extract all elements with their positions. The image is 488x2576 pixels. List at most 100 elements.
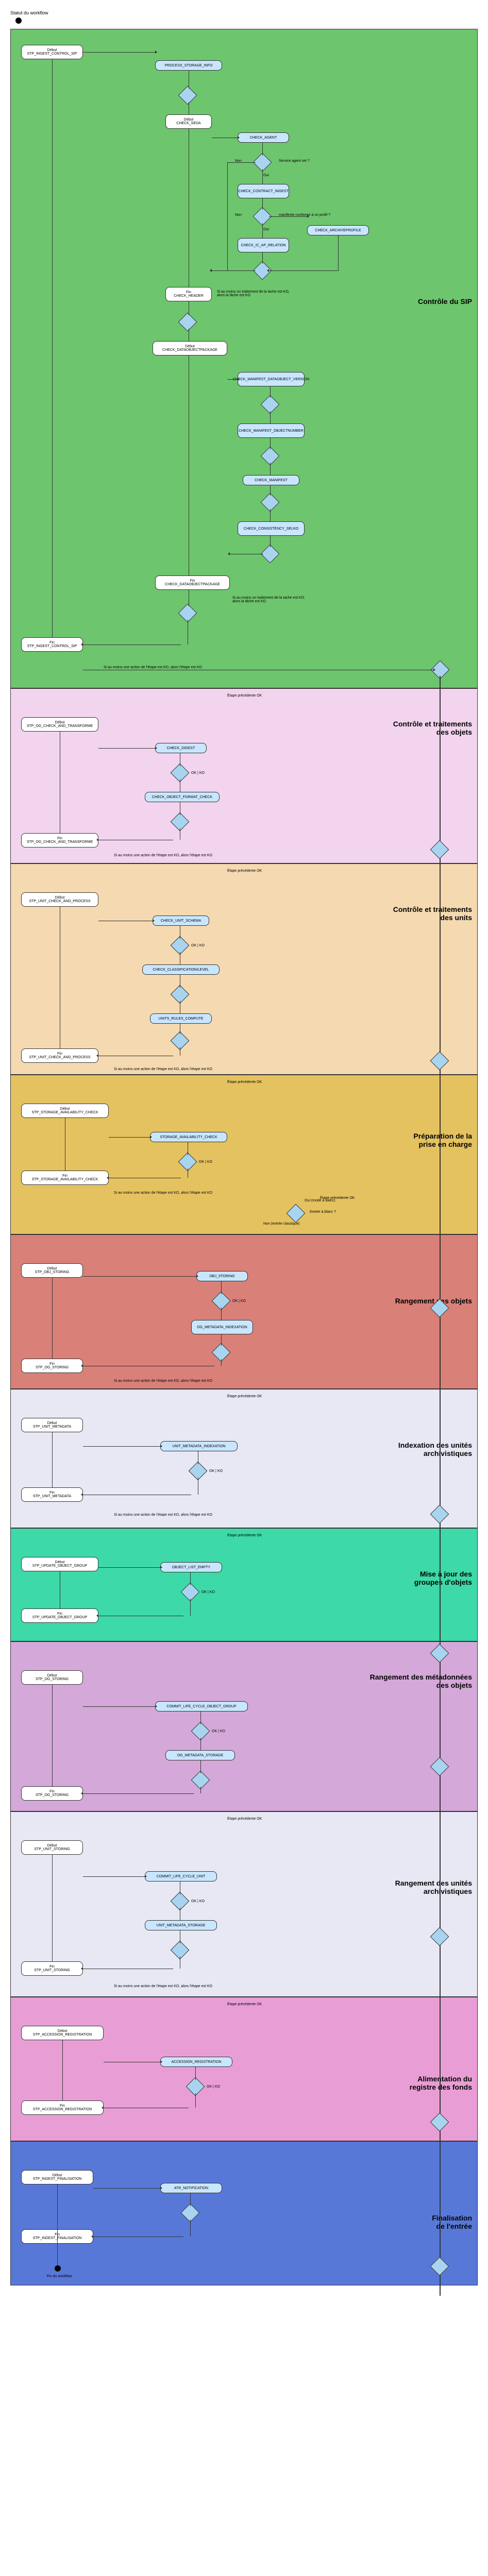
line <box>62 2040 63 2100</box>
line <box>200 1738 201 1750</box>
line <box>221 1359 222 1366</box>
check-manifest-dov-node: CHECK_MANIFEST_DATAOBJECT_VERSION <box>238 372 305 386</box>
line <box>262 223 263 238</box>
line <box>195 2067 196 2080</box>
pre-s7: Étape précédente OK <box>227 1534 262 1537</box>
line <box>270 536 271 547</box>
line <box>52 1278 53 1359</box>
label-non-2: Non <box>235 213 242 217</box>
og-metadata-idx-node: OG_METADATA_INDEXATION <box>191 1320 253 1334</box>
label-q1b: Service agent set ? <box>279 159 310 163</box>
pre-s9: Étape précédente OK <box>227 1817 262 1821</box>
check-consistency-node: CHECK_CONSISTENCY_SELKO <box>238 521 305 536</box>
line <box>270 411 271 423</box>
non-s4: Non (entrée classique) <box>263 1222 299 1226</box>
line <box>262 198 263 210</box>
okko-s9: OK | KO <box>191 1900 205 1903</box>
line <box>221 1334 222 1346</box>
line <box>190 1572 191 1585</box>
start-s8: DébutSTP_OG_STORING <box>21 1670 83 1685</box>
end-s3: FinSTP_UNIT_CHECK_AND_PROCESS <box>21 1048 98 1063</box>
line <box>109 1137 150 1138</box>
okko-s8: OK | KO <box>212 1730 225 1733</box>
start-node: DébutSTP_INGEST_CONTROL_SIP <box>21 45 83 59</box>
line <box>52 59 53 637</box>
check-contract-node: CHECK_CONTRACT_INGEST <box>238 184 289 198</box>
object-list-empty-node: OBJECT_LIST_EMPTY <box>160 1562 222 1572</box>
okko-s7: OK | KO <box>201 1590 215 1594</box>
atr-notification-node: ATR_NOTIFICATION <box>160 2183 222 2193</box>
pre-s2: Étape précédente OK <box>227 694 262 698</box>
line <box>338 235 339 270</box>
line <box>200 1787 201 1793</box>
section-8-title: Rangement des métadonnéesdes objets <box>370 1673 472 1689</box>
section-7: Mise à jour desgroupes d'objets Étape pr… <box>10 1528 478 1641</box>
start-s10: DébutSTP_ACCESSION_REGISTRATION <box>21 2026 104 2040</box>
line <box>227 162 228 270</box>
line <box>52 1432 53 1487</box>
line <box>190 1599 191 1616</box>
okko-s10: OK | KO <box>207 2085 220 2089</box>
end-s6: FinSTP_UNIT_METADATA <box>21 1487 83 1502</box>
start-s2: DébutSTP_OG_CHECK_AND_TRANSFORME <box>21 717 98 732</box>
line <box>270 485 271 496</box>
fin-label: Fin du workflow <box>47 2275 72 2278</box>
check-seda-node: DébutCHECK_SEDA <box>165 114 212 129</box>
diamond-9 <box>261 545 280 564</box>
section-11: Finalisationde l'entrée DébutSTP_INGEST_… <box>10 2141 478 2285</box>
section-3: Contrôle et traitementsdes units Étape p… <box>10 863 478 1075</box>
storage-availability-node: STORAGE_AVAILABILITY_CHECK <box>150 1132 227 1142</box>
section-5: Rangement des objets DébutSTP_OBJ_STORIN… <box>10 1234 478 1389</box>
check-manifest-on-node: CHECK_MANIFEST_OBJECTNUMBER <box>238 423 305 438</box>
foot-s6: Si au moins une action de l'étape est KO… <box>114 1513 212 1517</box>
section-11-title: Finalisationde l'entrée <box>432 2214 472 2230</box>
section-9: Rangement des unitésarchivistiques Étape… <box>10 1811 478 1997</box>
section-2-title: Contrôle et traitementsdes objets <box>393 720 472 736</box>
section-6-title: Indexation des unitésarchivistiques <box>398 1441 472 1458</box>
start-s7: DébutSTP_UPDATE_OBJECT_GROUP <box>21 1557 98 1571</box>
units-rules-node: UNITS_RULES_COMPUTE <box>150 1013 212 1024</box>
end-s5: FinSTP_OG_STORING <box>21 1359 83 1373</box>
pre-s4b: Étape précédente OK <box>320 1196 355 1200</box>
line <box>262 143 263 156</box>
line <box>212 270 227 271</box>
line <box>52 1855 53 1961</box>
line <box>93 2236 183 2237</box>
line <box>190 2219 191 2236</box>
check-ic-node: CHECK_IC_AP_RELATION <box>238 238 289 252</box>
line <box>227 162 256 163</box>
header-title: Statut du workflow <box>10 10 478 15</box>
check-classification-node: CHECK_CLASSIFICATION/LEVEL <box>142 964 220 975</box>
foot-s4: Si au moins une action de l'étape est KO… <box>114 1191 212 1195</box>
section-10-title: Alimentation duregistre des fonds <box>410 2075 472 2091</box>
check-dataobjectpackage-node: DébutCHECK_DATAOBJECTPACKAGE <box>153 341 227 355</box>
section-1-title: Contrôle du SIP <box>418 297 472 306</box>
section-8: Rangement des métadonnéesdes objets Débu… <box>10 1641 478 1811</box>
line <box>83 1276 196 1277</box>
pre-s3: Étape précédente OK <box>227 869 262 873</box>
check-agent-node: CHECK_AGENT <box>238 132 289 143</box>
line <box>227 379 238 380</box>
global-connector <box>440 676 441 2296</box>
unit-metadata-idx-node: UNIT_METADATA_INDEXATION <box>160 1441 238 1451</box>
line <box>57 2184 58 2265</box>
line <box>83 1793 194 1794</box>
end-node-s1: FinSTP_INGEST_CONTROL_SIP <box>21 637 83 652</box>
line <box>200 1760 201 1773</box>
line <box>83 1876 145 1877</box>
pre-s10: Étape précédente OK <box>227 2003 262 2006</box>
start-s5: DébutSTP_OBJ_STORING <box>21 1263 83 1278</box>
okko-s2: OK | KO <box>191 771 205 775</box>
line <box>98 748 155 749</box>
line <box>83 1706 155 1707</box>
pre-s4: Étape précédente OK <box>227 1080 262 1084</box>
start-s3: DébutSTP_UNIT_CHECK_AND_PROCESS <box>21 892 98 907</box>
line <box>262 169 263 184</box>
line <box>221 1308 222 1320</box>
diamond-1 <box>178 86 197 105</box>
start-s4: DébutSTP_STORAGE_AVAILABILITY_CHECK <box>21 1104 109 1118</box>
line <box>83 52 155 53</box>
section-2: Contrôle et traitementsdes objets Étape … <box>10 688 478 863</box>
text-t2: Si au moins un traitement de la tache es… <box>232 596 335 603</box>
line <box>269 270 339 271</box>
